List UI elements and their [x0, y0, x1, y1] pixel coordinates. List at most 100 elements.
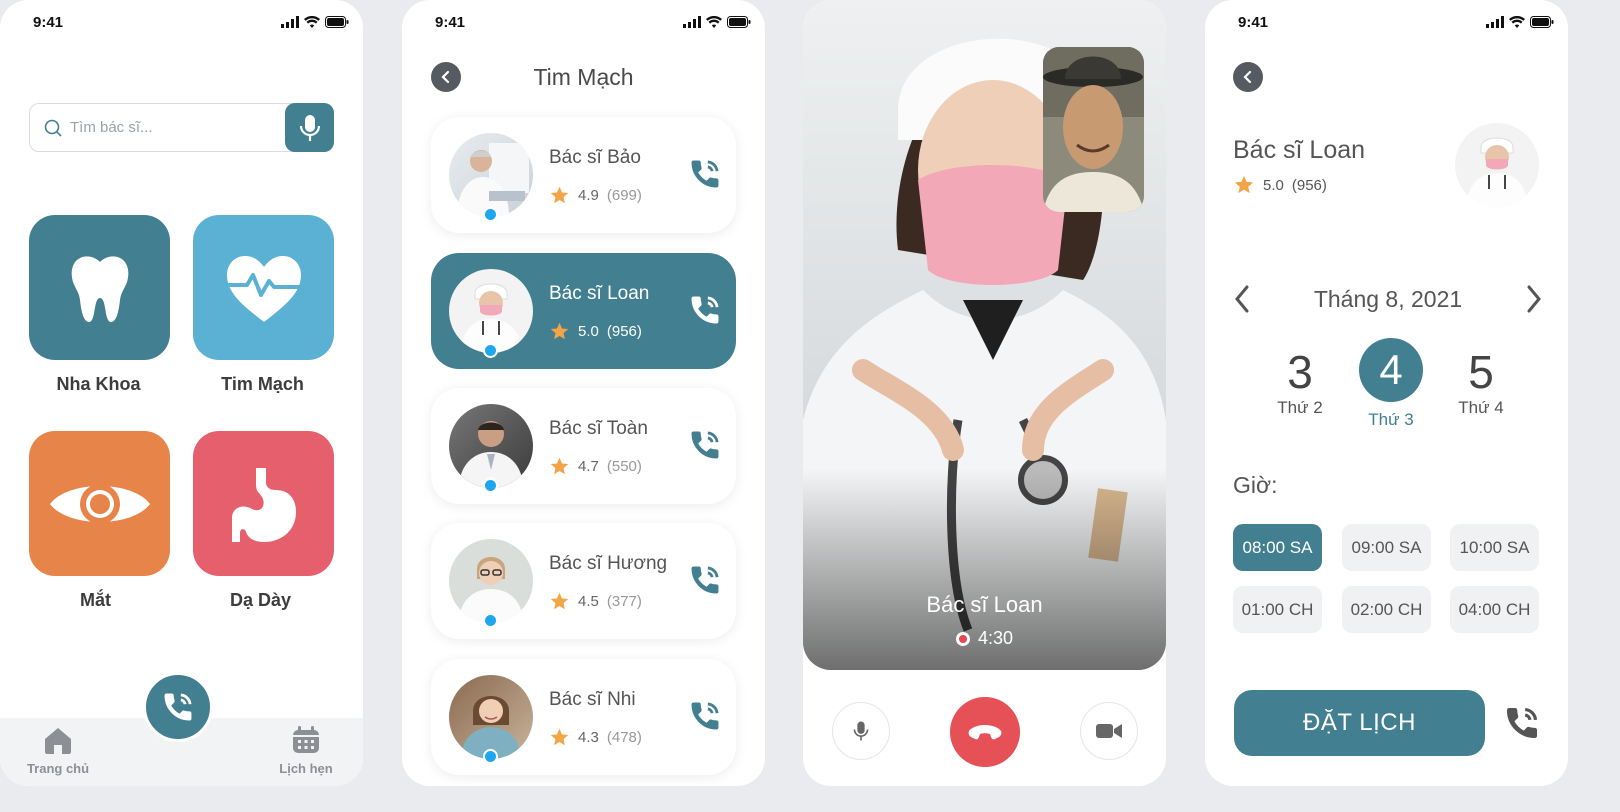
day-option[interactable]: 5 Thứ 4: [1446, 346, 1516, 418]
camera-toggle-button[interactable]: [1080, 702, 1138, 760]
phone-call-icon[interactable]: [688, 699, 722, 733]
self-video-preview[interactable]: [1043, 47, 1144, 212]
wifi-icon: [304, 16, 320, 28]
back-button[interactable]: [1233, 62, 1263, 92]
category-cardiology[interactable]: [193, 215, 334, 360]
video-camera-icon: [1096, 724, 1122, 738]
doctor-card[interactable]: Bác sĩ Toàn 4.7 (550): [431, 388, 736, 504]
doctor-card[interactable]: Bác sĩ Hương 4.5 (377): [431, 523, 736, 639]
stomach-icon: [231, 467, 296, 542]
day-weekday: Thứ 3: [1368, 410, 1414, 429]
time-slot[interactable]: 02:00 CH: [1342, 586, 1431, 633]
nav-schedule[interactable]: Lịch hẹn: [266, 726, 346, 776]
category-eye[interactable]: [29, 431, 170, 576]
day-weekday: Thứ 2: [1277, 398, 1323, 417]
rating-value: 5.0: [1263, 176, 1284, 194]
month-selector: Tháng 8, 2021: [1233, 284, 1543, 314]
online-status-dot: [483, 749, 498, 764]
microphone-icon: [853, 721, 869, 741]
search-icon: [44, 119, 62, 137]
doctor-avatar: [1455, 123, 1539, 207]
doctor-card[interactable]: Bác sĩ Nhi 4.3 (478): [431, 659, 736, 775]
doctor-card[interactable]: Bác sĩ Bảo 4.9 (699): [431, 117, 736, 233]
wifi-icon: [1509, 16, 1525, 28]
phone-call-icon[interactable]: [688, 428, 722, 462]
end-call-button[interactable]: [950, 697, 1020, 767]
phone-call-icon[interactable]: [688, 563, 722, 597]
day-option[interactable]: 3 Thứ 2: [1265, 346, 1335, 418]
battery-icon: [325, 16, 349, 28]
booking-screen: 9:41 Bác sĩ Loan 5.0 (956) Tháng 8, 2021…: [1205, 0, 1568, 786]
rating-value: 4.9: [578, 187, 599, 204]
category-stomach-label: Dạ Dày: [229, 590, 292, 610]
status-bar: 9:41: [33, 12, 349, 32]
doctor-avatar: [449, 404, 533, 488]
time-slot[interactable]: 10:00 SA: [1450, 524, 1539, 571]
call-duration: 4:30: [977, 628, 1014, 648]
doctor-list-screen: 9:41 Tim Mạch Bác sĩ Bảo 4.9 (699) Bác s…: [402, 0, 765, 786]
phone-call-icon[interactable]: [688, 293, 722, 327]
rating-value: 4.7: [578, 458, 599, 475]
doctor-rating: 4.9 (699): [549, 185, 642, 206]
doctor-rating: 5.0 (956): [549, 321, 642, 342]
call-fab-button[interactable]: [143, 672, 213, 742]
day-option-selected[interactable]: 4 Thứ 3: [1356, 338, 1426, 430]
time-slot[interactable]: 04:00 CH: [1450, 586, 1539, 633]
recording-dot: [955, 631, 970, 646]
book-appointment-button[interactable]: ĐẶT LỊCH: [1234, 690, 1485, 756]
doctor-avatar: [449, 675, 533, 759]
phone-call-icon[interactable]: [688, 157, 722, 191]
doctor-rating: 4.7 (550): [549, 456, 642, 477]
status-icons: [281, 16, 349, 28]
category-dental-label: Nha Khoa: [56, 374, 141, 394]
phone-call-icon: [161, 690, 195, 724]
rating-value: 4.3: [578, 729, 599, 746]
doctor-card-selected[interactable]: Bác sĩ Loan 5.0 (956): [431, 253, 736, 369]
category-stomach[interactable]: [193, 431, 334, 576]
online-status-dot: [483, 478, 498, 493]
video-call-screen: Bác sĩ Loan 4:30: [803, 0, 1166, 786]
eye-icon: [49, 483, 150, 524]
mute-button[interactable]: [832, 702, 890, 760]
signal-icon: [1486, 16, 1504, 28]
chevron-left-icon: [1243, 70, 1252, 84]
rating-count: (956): [606, 323, 642, 340]
status-icons: [683, 16, 751, 28]
chevron-left-icon[interactable]: [1233, 284, 1251, 314]
microphone-icon: [299, 114, 320, 141]
nav-home[interactable]: Trang chủ: [18, 726, 98, 776]
signal-icon: [683, 16, 701, 28]
rating-count: (956): [1291, 176, 1327, 194]
month-label: Tháng 8, 2021: [1313, 285, 1463, 312]
doctor-name: Bác sĩ Bảo: [549, 147, 641, 168]
time-slot[interactable]: 01:00 CH: [1233, 586, 1322, 633]
category-cardiology-label: Tim Mạch: [221, 374, 304, 394]
online-status-dot: [483, 207, 498, 222]
rating-count: (699): [606, 187, 642, 204]
category-dental[interactable]: [29, 215, 170, 360]
time-slot[interactable]: 09:00 SA: [1342, 524, 1431, 571]
rating-count: (550): [606, 458, 642, 475]
status-icons: [1486, 16, 1554, 28]
wifi-icon: [706, 16, 722, 28]
caller-name: Bác sĩ Loan: [926, 592, 1043, 617]
battery-icon: [1530, 16, 1554, 28]
voice-search-button[interactable]: [285, 103, 334, 152]
search-bar[interactable]: Tìm bác sĩ...: [29, 103, 334, 152]
star-icon: [1233, 174, 1255, 196]
star-icon: [549, 321, 570, 342]
phone-call-icon[interactable]: [1503, 704, 1541, 742]
calendar-icon: [293, 726, 319, 753]
tooth-icon: [71, 255, 128, 322]
search-placeholder: Tìm bác sĩ...: [70, 119, 153, 136]
day-number: 4: [1359, 338, 1423, 402]
chevron-right-icon[interactable]: [1525, 284, 1543, 314]
doctor-avatar: [449, 269, 533, 353]
hang-up-icon: [968, 725, 1002, 740]
day-weekday: Thứ 4: [1458, 398, 1504, 417]
star-icon: [549, 727, 570, 748]
day-number: 3: [1287, 346, 1313, 398]
signal-icon: [281, 16, 299, 28]
page-title: Tim Mạch: [533, 64, 634, 90]
time-slot-selected[interactable]: 08:00 SA: [1233, 524, 1322, 571]
